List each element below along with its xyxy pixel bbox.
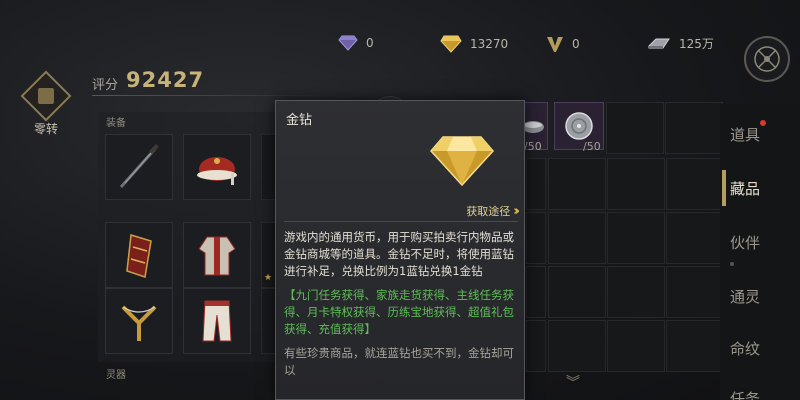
hat-icon	[197, 157, 237, 185]
grid-cell[interactable]	[666, 320, 724, 372]
grid-cell[interactable]	[607, 320, 665, 372]
reform-button[interactable]: 零转	[20, 70, 72, 138]
grid-cell[interactable]	[548, 266, 606, 318]
double-chevron-right-icon: ››	[513, 203, 519, 219]
purple-diamond-icon	[338, 35, 358, 51]
currency-purple-diamond[interactable]: 0	[338, 35, 374, 51]
equip-slot-weapon[interactable]	[105, 134, 173, 200]
star-icon: ★	[264, 273, 273, 283]
grid-cell[interactable]	[607, 158, 665, 210]
scroll-down-icon[interactable]: ︾	[566, 372, 580, 392]
grid-cell[interactable]	[526, 158, 546, 210]
grid-cell[interactable]	[548, 158, 606, 210]
grid-cell[interactable]	[666, 212, 724, 264]
compass-icon	[754, 46, 780, 72]
v-token-icon	[547, 37, 563, 52]
grid-cell[interactable]	[606, 102, 664, 154]
score-label: 评分	[92, 78, 119, 93]
currency-silver-ingot[interactable]: 125万	[647, 35, 714, 52]
grid-cell[interactable]	[665, 102, 723, 154]
v-token-value: 0	[572, 37, 580, 51]
silver-ingot-value: 125万	[679, 37, 714, 51]
equip-slot-hat[interactable]	[183, 134, 251, 200]
gold-diamond-icon	[440, 35, 462, 53]
silver-ingot-icon	[648, 38, 670, 48]
purple-diamond-value: 0	[366, 36, 374, 50]
grid-cell[interactable]	[526, 212, 546, 264]
equipment-section-label: 装备	[106, 118, 126, 129]
gold-diamond-icon	[429, 136, 495, 187]
slingshot-icon	[121, 305, 157, 341]
armor-icon	[198, 236, 236, 276]
grid-cell[interactable]	[526, 266, 546, 318]
spirit-section-label: 灵器	[106, 370, 126, 381]
popup-note: 有些珍贵商品，就连蓝钻也买不到，金钻却可以	[284, 346, 514, 377]
tab-spirit[interactable]: 通灵	[730, 286, 760, 307]
tab-partners[interactable]: 伙伴	[730, 232, 760, 253]
collection-count-1: /50	[524, 140, 542, 153]
score-divider	[92, 95, 342, 96]
gold-diamond-value: 13270	[470, 37, 509, 51]
tab-items-badge	[760, 120, 766, 126]
collection-count-2: /50	[583, 140, 601, 153]
grid-cell[interactable]	[666, 266, 724, 318]
popup-divider	[284, 221, 518, 222]
grid-cell[interactable]	[548, 212, 606, 264]
equip-slot-pants[interactable]	[183, 288, 251, 354]
grid-cell[interactable]	[526, 320, 546, 372]
reform-icon	[20, 70, 72, 122]
currency-gold-diamond[interactable]: 13270	[440, 35, 508, 53]
grid-cell[interactable]	[548, 320, 606, 372]
tab-quests[interactable]: 任务	[730, 388, 760, 400]
reform-label: 零转	[33, 122, 58, 136]
score-value: 92427	[126, 68, 205, 92]
acquire-source-label: 获取途径	[466, 205, 511, 218]
currency-v-token[interactable]: 0	[546, 35, 580, 53]
equip-slot-slingshot[interactable]	[105, 288, 173, 354]
mirror-icon	[565, 112, 593, 140]
tab-fate-pattern[interactable]: 命纹	[730, 338, 760, 359]
popup-acquire-methods: 【九门任务获得、家族走货获得、主线任务获得、月卡特权获得、历练宝地获得、超值礼包…	[284, 288, 514, 336]
grid-cell[interactable]	[666, 158, 724, 210]
tab-items[interactable]: 道具	[730, 124, 760, 145]
item-tooltip-popup: 金钻 获取途径 ›› 游戏内的通用货币，用于购买拍卖行内物品或金钻商城等的道具。…	[275, 100, 525, 400]
equip-slot-bracer[interactable]	[105, 222, 173, 288]
tab-collection[interactable]: 藏品	[730, 178, 760, 199]
acquire-source-link[interactable]: 获取途径 ››	[466, 203, 519, 219]
tab-separator-dot	[730, 262, 734, 266]
bracer-icon	[126, 234, 152, 278]
popup-title: 金钻	[286, 113, 313, 128]
pants-icon	[202, 300, 232, 342]
menu-toggle-button[interactable]	[744, 36, 790, 82]
sword-icon	[119, 144, 159, 189]
active-tab-indicator	[722, 170, 726, 206]
popup-description: 游戏内的通用货币，用于购买拍卖行内物品或金钻商城等的道具。金钻不足时，将使用蓝钻…	[284, 230, 514, 278]
equip-slot-armor[interactable]	[183, 222, 251, 288]
grid-cell[interactable]	[607, 266, 665, 318]
grid-cell[interactable]	[607, 212, 665, 264]
